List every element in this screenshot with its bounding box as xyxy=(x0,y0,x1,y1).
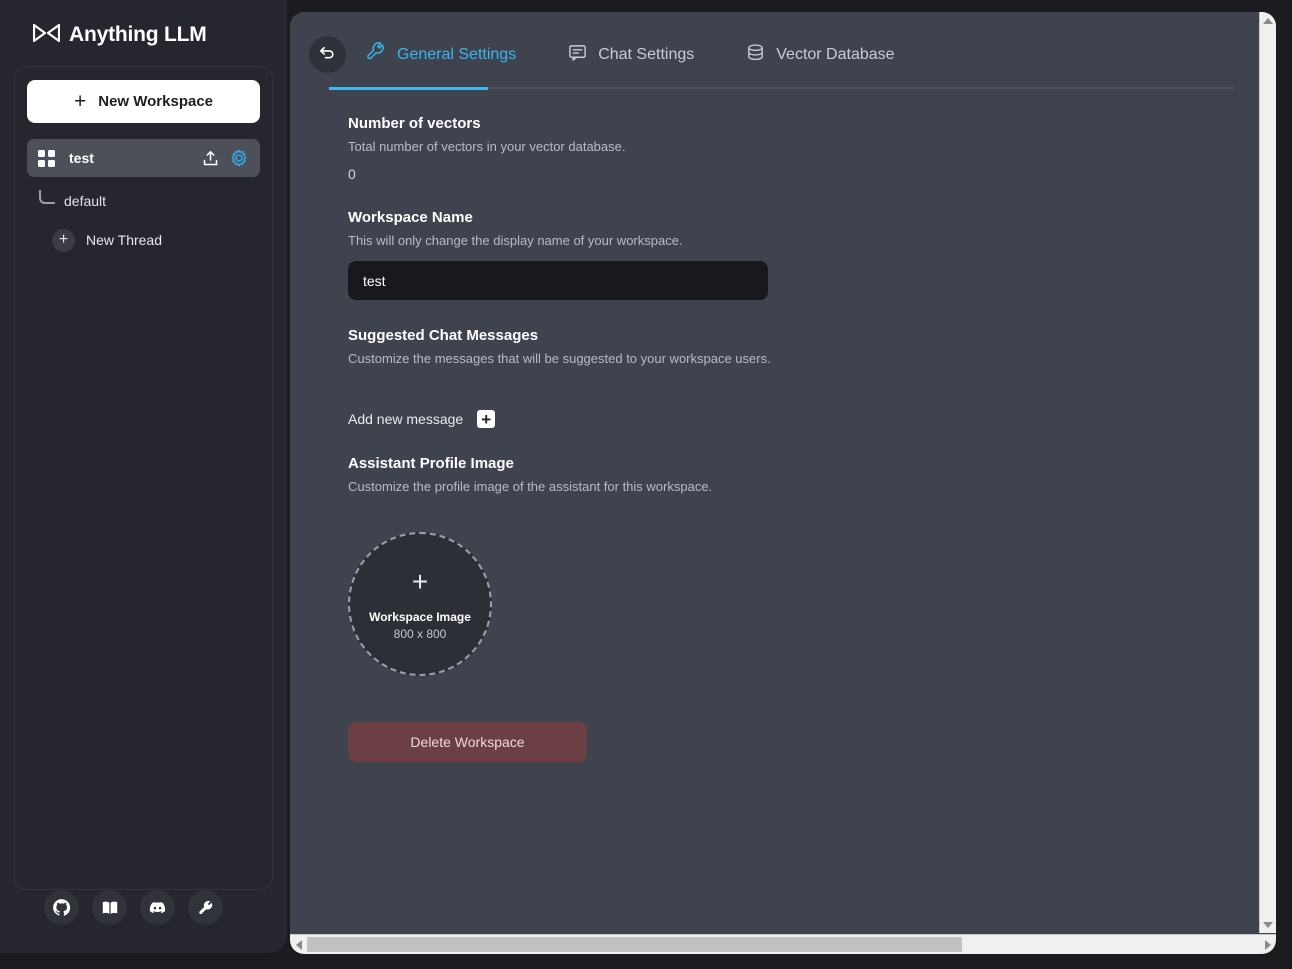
main-panel: General Settings Chat Settings Vector Da… xyxy=(290,12,1276,954)
number-of-vectors-subtitle: Total number of vectors in your vector d… xyxy=(348,139,626,154)
github-icon[interactable] xyxy=(44,890,79,925)
tab-vector-database-label: Vector Database xyxy=(776,45,895,63)
wrench-settings-icon[interactable] xyxy=(188,890,223,925)
profile-image-subtitle: Customize the profile image of the assis… xyxy=(348,479,713,494)
list-item-thread-default[interactable]: default xyxy=(27,186,260,216)
workspace-actions xyxy=(202,149,248,167)
section-workspace-name: Workspace Name This will only change the… xyxy=(348,209,1258,300)
triangle-right-icon xyxy=(1264,939,1271,950)
brand: Anything LLM xyxy=(0,0,287,56)
thread-label: default xyxy=(64,193,107,209)
add-new-message-button[interactable]: Add new message + xyxy=(348,410,1258,428)
new-workspace-button[interactable]: + New Workspace xyxy=(27,80,260,123)
new-thread-label: New Thread xyxy=(86,232,163,248)
tab-general-settings[interactable]: General Settings xyxy=(366,40,542,69)
workspace-image-label: Workspace Image xyxy=(369,609,471,624)
tab-chat-settings-label: Chat Settings xyxy=(598,45,695,63)
workspace-image-dimensions: 800 x 800 xyxy=(393,626,447,641)
discord-icon[interactable] xyxy=(140,890,175,925)
sidebar-footer xyxy=(0,890,287,953)
settings-content: Number of vectors Total number of vector… xyxy=(290,89,1258,762)
suggested-messages-title: Suggested Chat Messages xyxy=(348,327,539,344)
workspace-panel: + New Workspace test default + New Threa… xyxy=(14,66,273,890)
scroll-down-button[interactable] xyxy=(1260,916,1276,933)
new-thread-button[interactable]: + New Thread xyxy=(27,224,260,256)
docs-book-icon[interactable] xyxy=(92,890,127,925)
tab-underline-track xyxy=(329,87,1234,90)
add-new-message-label: Add new message xyxy=(348,411,464,427)
tab-vector-database[interactable]: Vector Database xyxy=(746,41,920,69)
tab-general-settings-label: General Settings xyxy=(397,45,517,63)
workspace-name-label: test xyxy=(69,150,94,166)
vertical-scrollbar[interactable] xyxy=(1259,12,1276,933)
plus-icon: + xyxy=(411,565,429,597)
upload-icon[interactable] xyxy=(202,150,219,167)
workspace-name-subtitle: This will only change the display name o… xyxy=(348,233,683,248)
triangle-left-icon xyxy=(295,939,302,950)
workspace-image-dropzone[interactable]: + Workspace Image 800 x 800 xyxy=(348,532,492,676)
horizontal-scroll-track[interactable] xyxy=(307,935,1259,955)
thread-elbow-icon xyxy=(39,189,55,204)
main-content-scroll-area: General Settings Chat Settings Vector Da… xyxy=(290,12,1258,933)
scroll-right-button[interactable] xyxy=(1259,935,1276,955)
horizontal-scrollbar[interactable] xyxy=(290,934,1276,954)
scroll-left-button[interactable] xyxy=(290,935,307,955)
section-assistant-profile-image: Assistant Profile Image Customize the pr… xyxy=(348,455,1258,676)
back-button[interactable] xyxy=(309,36,346,73)
workspace-name-input[interactable] xyxy=(348,261,768,300)
delete-workspace-button[interactable]: Delete Workspace xyxy=(348,722,587,762)
new-workspace-label: New Workspace xyxy=(98,93,214,110)
profile-image-title: Assistant Profile Image xyxy=(348,455,514,472)
triangle-down-icon xyxy=(1263,921,1273,928)
tab-active-indicator xyxy=(329,87,488,90)
anythingllm-logo-icon xyxy=(32,23,61,47)
grid-squares-icon xyxy=(38,149,55,167)
wrench-icon xyxy=(366,42,386,67)
section-suggested-chat-messages: Suggested Chat Messages Customize the me… xyxy=(348,327,1258,428)
triangle-up-icon xyxy=(1263,17,1273,24)
scroll-up-button[interactable] xyxy=(1260,12,1276,29)
brand-name: Anything LLM xyxy=(69,23,207,46)
plus-circle-icon: + xyxy=(52,228,75,252)
number-of-vectors-value: 0 xyxy=(348,166,356,182)
chat-bubble-icon xyxy=(568,43,587,67)
number-of-vectors-title: Number of vectors xyxy=(348,115,481,132)
app-root: Anything LLM + New Workspace test defaul… xyxy=(0,0,1292,969)
settings-tabs: General Settings Chat Settings Vector Da… xyxy=(366,40,947,69)
tabbar: General Settings Chat Settings Vector Da… xyxy=(290,36,1258,73)
section-number-of-vectors: Number of vectors Total number of vector… xyxy=(348,115,1258,182)
plus-icon: + xyxy=(73,90,87,113)
tab-chat-settings[interactable]: Chat Settings xyxy=(568,41,720,69)
plus-square-icon: + xyxy=(477,410,496,428)
horizontal-scroll-thumb[interactable] xyxy=(307,936,962,952)
suggested-messages-subtitle: Customize the messages that will be sugg… xyxy=(348,351,771,366)
workspace-name-title: Workspace Name xyxy=(348,209,473,226)
sidebar-item-workspace-test[interactable]: test xyxy=(27,139,260,177)
database-icon xyxy=(746,43,765,67)
sidebar: Anything LLM + New Workspace test defaul… xyxy=(0,0,287,953)
gear-icon[interactable] xyxy=(230,149,248,167)
back-arrow-icon xyxy=(318,43,337,67)
